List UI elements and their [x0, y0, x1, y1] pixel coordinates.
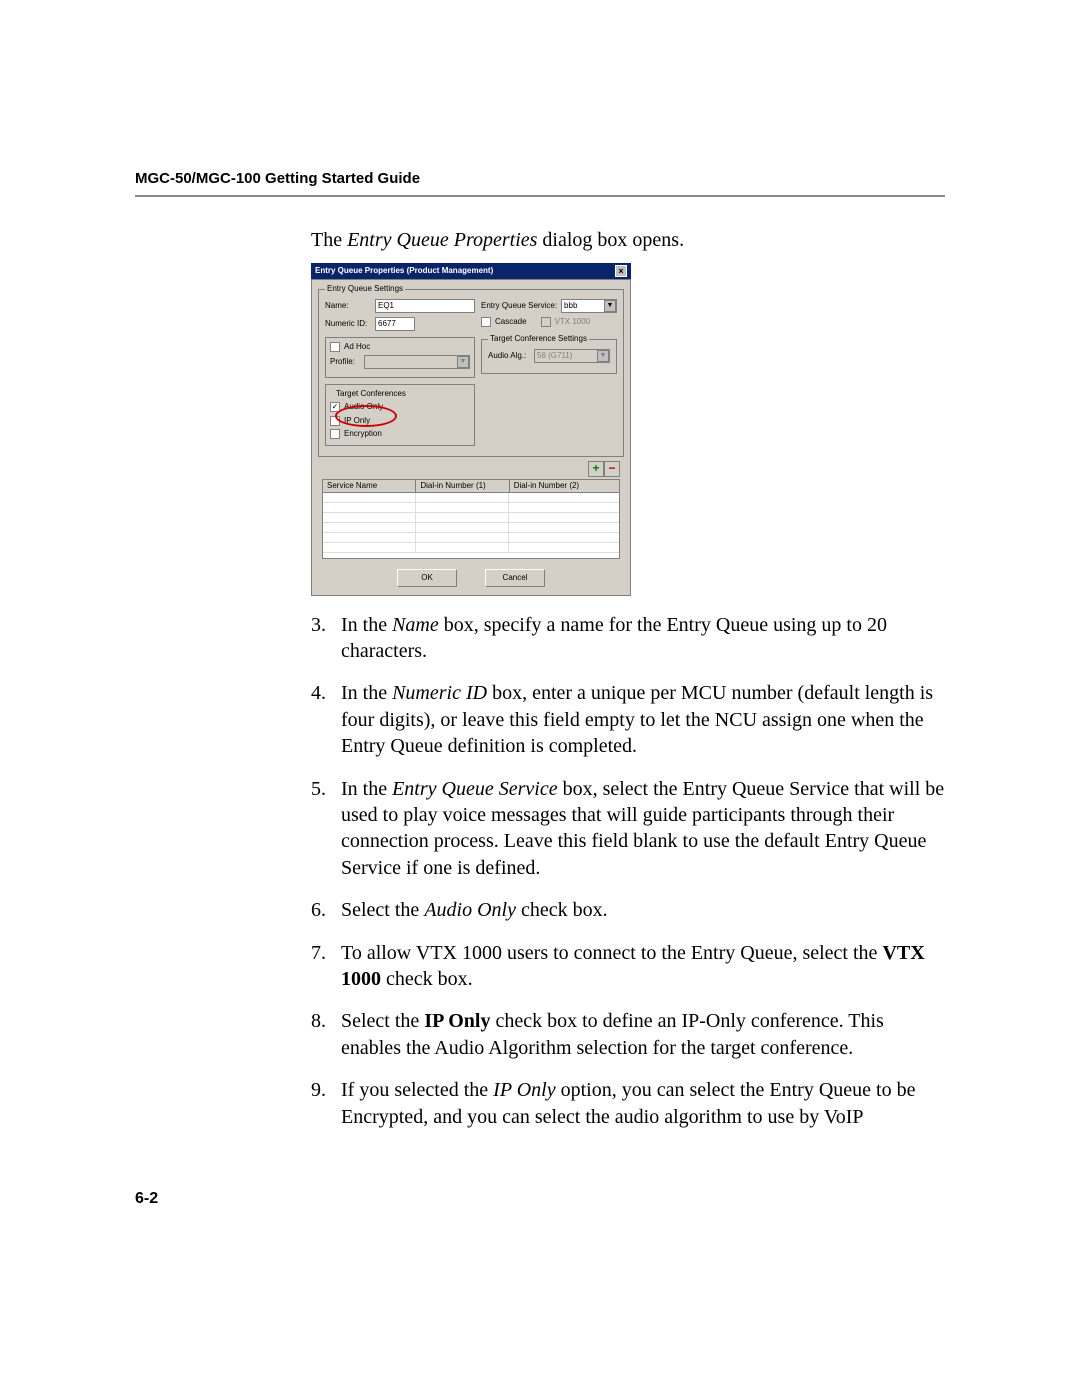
vtx-checkbox[interactable]: [541, 317, 551, 327]
chevron-down-icon: ▼: [604, 300, 616, 312]
target-conf-legend: Target Conferences: [334, 389, 408, 400]
step-num: 3.: [311, 612, 341, 665]
chevron-down-icon: ▼: [457, 356, 469, 368]
step-9: 9. If you selected the IP Only option, y…: [311, 1077, 945, 1130]
col-service-name[interactable]: Service Name: [323, 480, 416, 493]
vtx-checkbox-row[interactable]: VTX 1000: [541, 317, 591, 328]
cascade-label: Cascade: [495, 317, 527, 328]
intro-pre: The: [311, 229, 347, 251]
audio-only-checkbox-row[interactable]: Audio Only: [330, 402, 470, 413]
col-dialin-2[interactable]: Dial-in Number (2): [510, 480, 619, 493]
encryption-label: Encryption: [344, 429, 382, 440]
profile-label: Profile:: [330, 357, 360, 368]
step-num: 5.: [311, 776, 341, 882]
entry-queue-settings-group: Entry Queue Settings Name: EQ1 Numeric I…: [318, 284, 624, 456]
audio-alg-select[interactable]: 56 (G711) ▼: [534, 349, 610, 363]
cancel-button[interactable]: Cancel: [485, 569, 545, 587]
ip-only-checkbox-row[interactable]: IP Only: [330, 416, 470, 427]
chevron-down-icon: ▼: [597, 350, 609, 362]
intro-italic: Entry Queue Properties: [347, 229, 537, 251]
vtx-label: VTX 1000: [555, 317, 591, 328]
dialog-title: Entry Queue Properties (Product Manageme…: [315, 266, 493, 277]
name-input[interactable]: EQ1: [375, 299, 475, 313]
numeric-id-label: Numeric ID:: [325, 319, 371, 330]
table-toolbar: + −: [318, 461, 620, 477]
remove-button[interactable]: −: [604, 461, 620, 477]
step-4: 4. In the Numeric ID box, enter a unique…: [311, 680, 945, 759]
audio-alg-label: Audio Alg.:: [488, 351, 530, 362]
step-num: 8.: [311, 1008, 341, 1061]
eq-settings-legend: Entry Queue Settings: [325, 284, 405, 295]
ip-only-checkbox[interactable]: [330, 416, 340, 426]
encryption-checkbox[interactable]: [330, 429, 340, 439]
intro-post: dialog box opens.: [537, 229, 684, 251]
eq-service-select[interactable]: bbb ▼: [561, 299, 617, 313]
page-header: MGC-50/MGC-100 Getting Started Guide: [135, 170, 945, 187]
target-conf-settings-legend: Target Conference Settings: [488, 334, 589, 345]
step-num: 7.: [311, 940, 341, 993]
step-num: 9.: [311, 1077, 341, 1130]
dialog-body: Entry Queue Settings Name: EQ1 Numeric I…: [311, 279, 631, 595]
cascade-checkbox-row[interactable]: Cascade: [481, 317, 527, 328]
dialin-table[interactable]: Service Name Dial-in Number (1) Dial-in …: [322, 479, 620, 559]
cascade-checkbox[interactable]: [481, 317, 491, 327]
step-num: 6.: [311, 897, 341, 923]
close-icon[interactable]: ×: [615, 265, 627, 277]
step-7: 7. To allow VTX 1000 users to connect to…: [311, 940, 945, 993]
adhoc-checkbox-row[interactable]: Ad Hoc: [330, 342, 470, 353]
dialog-titlebar[interactable]: Entry Queue Properties (Product Manageme…: [311, 263, 631, 279]
dialog-screenshot: Entry Queue Properties (Product Manageme…: [311, 263, 631, 595]
audio-only-label: Audio Only: [344, 402, 383, 413]
eq-service-label: Entry Queue Service:: [481, 301, 557, 312]
profile-select[interactable]: ▼: [364, 355, 470, 369]
content-area: The Entry Queue Properties dialog box op…: [311, 227, 945, 1130]
page-number: 6-2: [135, 1190, 158, 1208]
encryption-checkbox-row[interactable]: Encryption: [330, 429, 470, 440]
name-label: Name:: [325, 301, 371, 312]
ok-button[interactable]: OK: [397, 569, 457, 587]
adhoc-label: Ad Hoc: [344, 342, 370, 353]
ip-only-label: IP Only: [344, 416, 370, 427]
step-num: 4.: [311, 680, 341, 759]
table-rows: [323, 493, 619, 557]
step-6: 6. Select the Audio Only check box.: [311, 897, 945, 923]
add-button[interactable]: +: [588, 461, 604, 477]
step-3: 3. In the Name box, specify a name for t…: [311, 612, 945, 665]
col-dialin-1[interactable]: Dial-in Number (1): [416, 480, 509, 493]
audio-alg-value: 56 (G711): [537, 351, 572, 362]
step-8: 8. Select the IP Only check box to defin…: [311, 1008, 945, 1061]
step-5: 5. In the Entry Queue Service box, selec…: [311, 776, 945, 882]
audio-only-checkbox[interactable]: [330, 402, 340, 412]
numeric-id-input[interactable]: 6677: [375, 317, 415, 331]
intro-text: The Entry Queue Properties dialog box op…: [311, 227, 945, 253]
header-divider: [135, 195, 945, 197]
adhoc-checkbox[interactable]: [330, 342, 340, 352]
eq-service-value: bbb: [564, 301, 577, 312]
